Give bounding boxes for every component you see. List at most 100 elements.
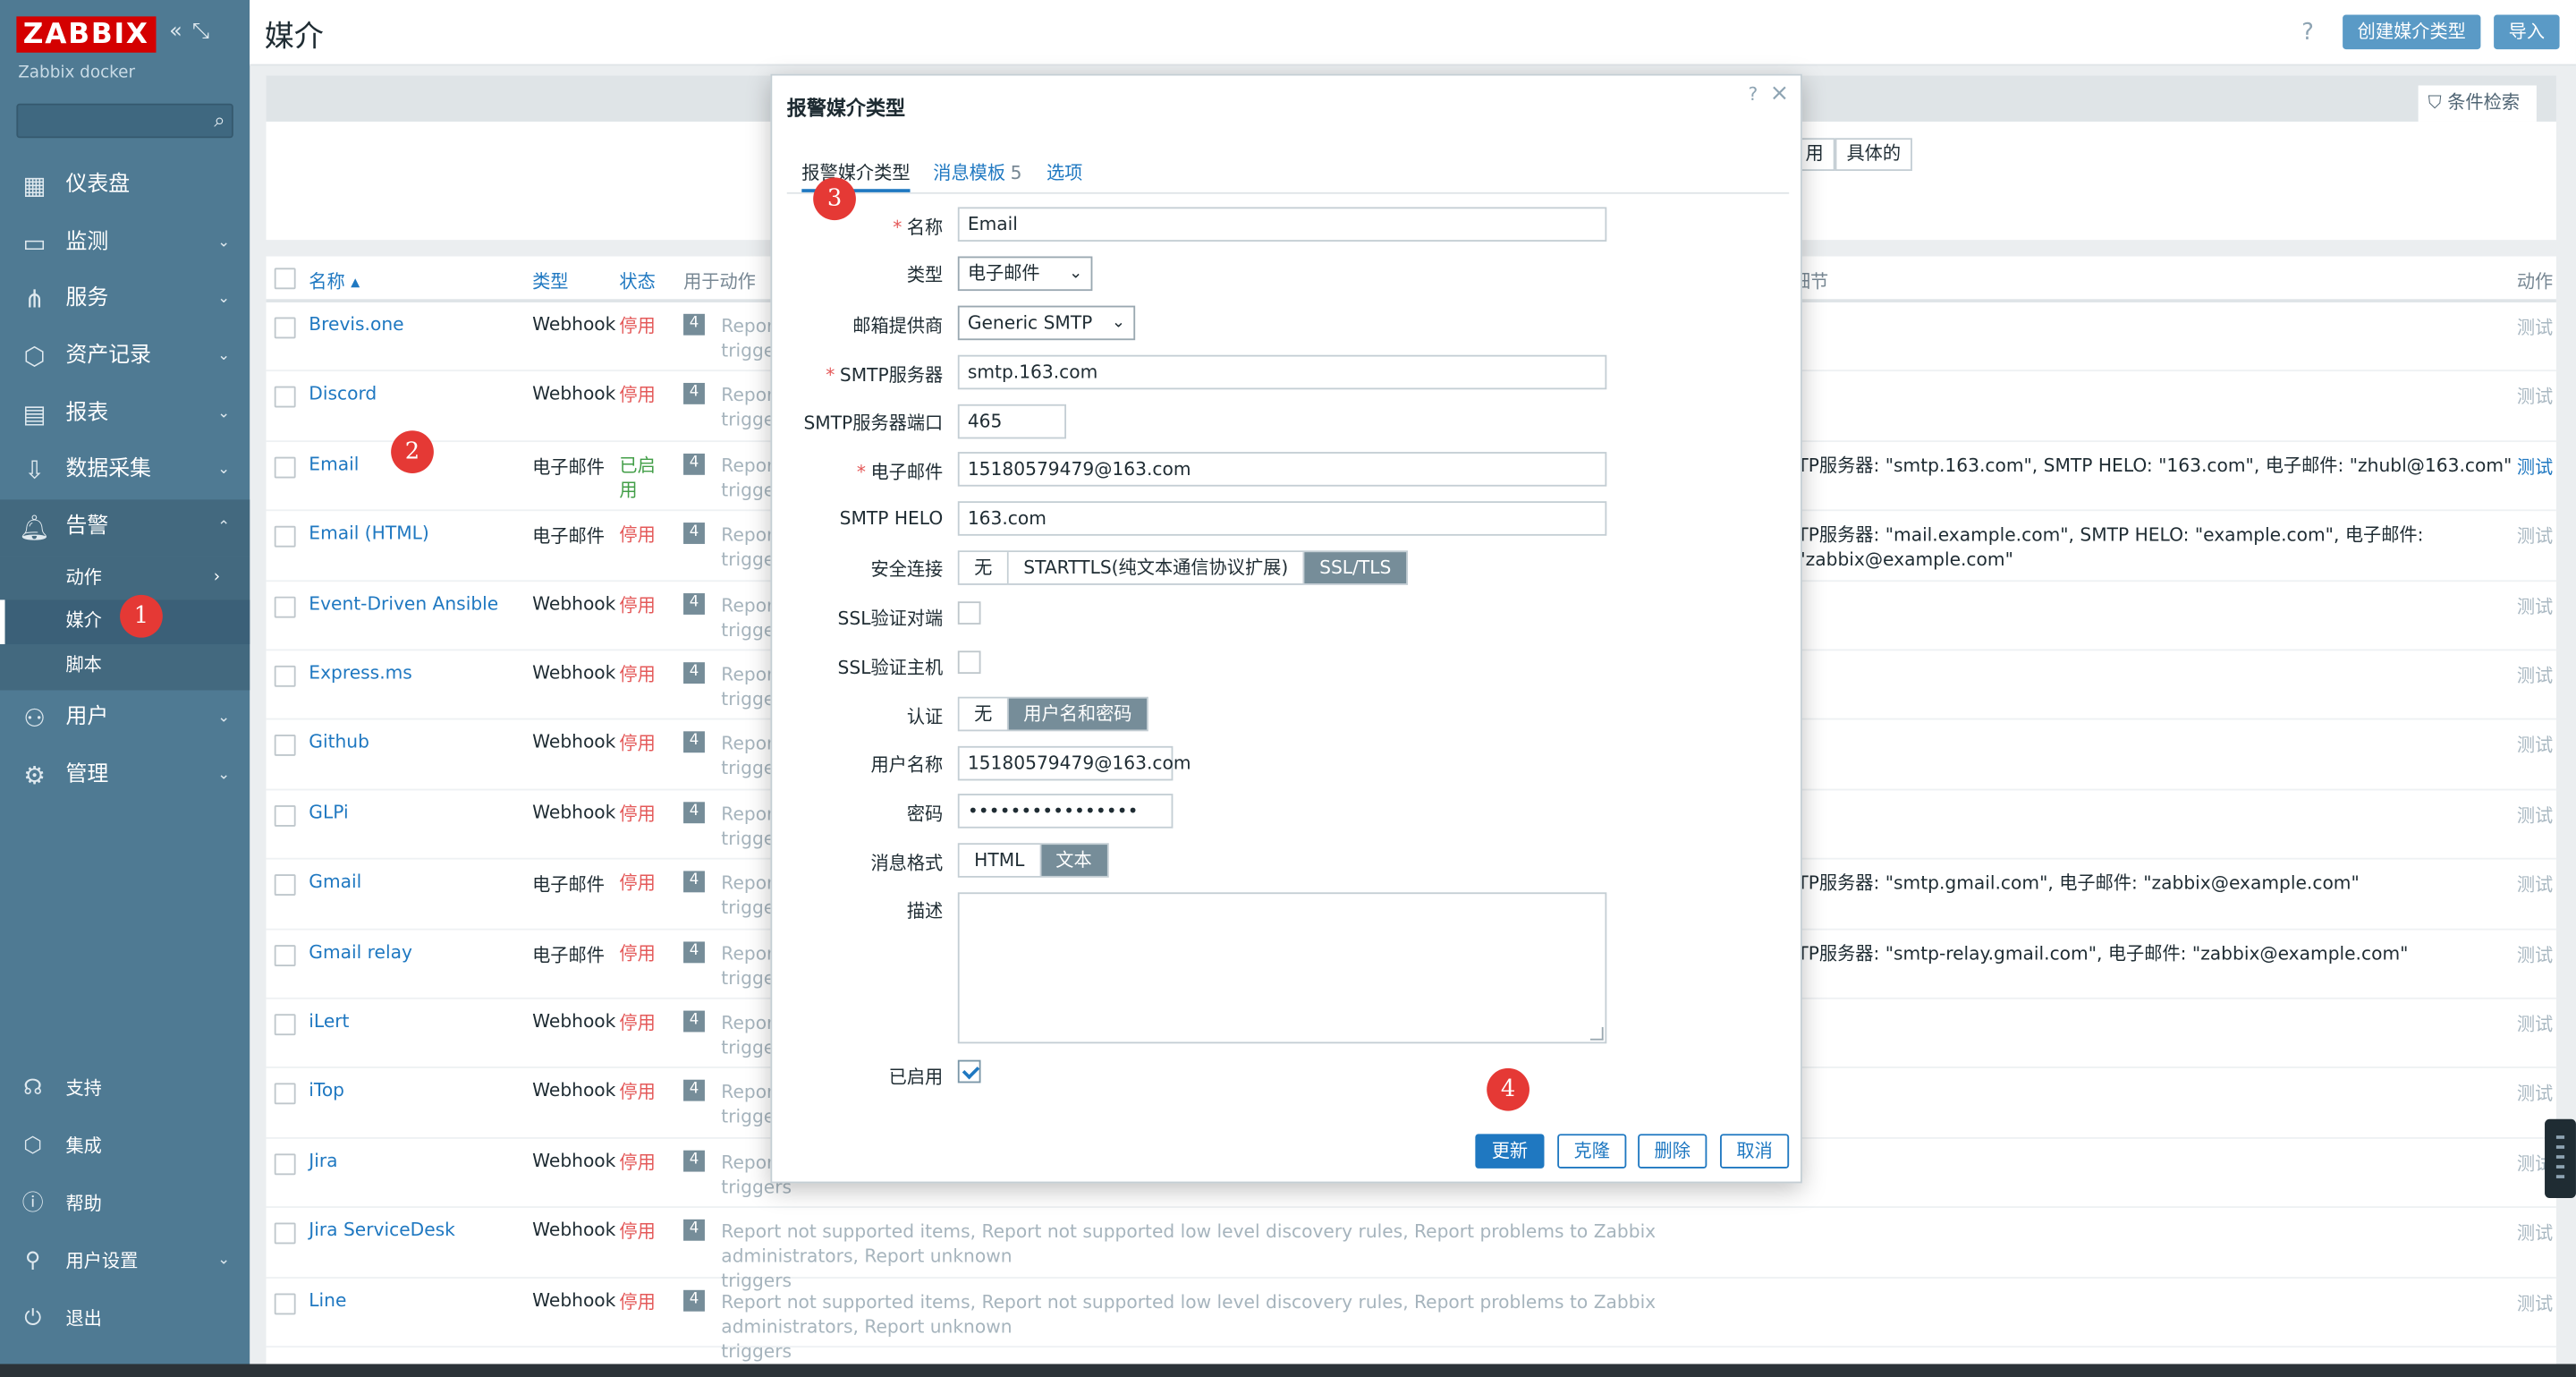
test-link[interactable]: 测试 — [2517, 1289, 2553, 1315]
menu-inventory[interactable]: ⬡ 资产记录 ⌄ — [0, 328, 250, 386]
tab-message-templates[interactable]: 消息模板 5 — [933, 159, 1021, 192]
row-checkbox[interactable] — [274, 874, 296, 897]
help-icon[interactable]: ? — [2301, 20, 2314, 46]
clone-button[interactable]: 克隆 — [1557, 1134, 1627, 1169]
smtp-server-input[interactable]: smtp.163.com — [957, 354, 1607, 390]
help-icon[interactable]: ? — [1749, 84, 1758, 106]
menu-users[interactable]: ⚇ 用户 ⌄ — [0, 691, 250, 748]
format-text-option[interactable]: 文本 — [1040, 845, 1107, 876]
status-toggle[interactable]: 停用 — [619, 662, 662, 687]
menu-reports[interactable]: ▤ 报表 ⌄ — [0, 386, 250, 443]
ssl-verify-host-checkbox[interactable] — [957, 650, 981, 675]
auth-password-option[interactable]: 用户名和密码 — [1008, 698, 1148, 730]
import-button[interactable]: 导入 — [2494, 14, 2560, 50]
menu-services[interactable]: ⋔ 服务 ⌄ — [0, 272, 250, 329]
status-toggle[interactable]: 停用 — [619, 592, 662, 617]
media-type-name-link[interactable]: iLert — [309, 1011, 349, 1033]
media-type-name-link[interactable]: GLPi — [309, 802, 348, 823]
test-link[interactable]: 测试 — [2517, 802, 2553, 828]
cancel-button[interactable]: 取消 — [1720, 1134, 1790, 1169]
test-link[interactable]: 测试 — [2517, 1011, 2553, 1037]
update-button[interactable]: 更新 — [1475, 1134, 1545, 1169]
menu-help[interactable]: ⓘ 帮助 — [0, 1175, 250, 1232]
status-toggle[interactable]: 停用 — [619, 941, 662, 966]
filter-specific-option[interactable]: 具体的 — [1835, 138, 1912, 172]
media-type-name-link[interactable]: Jira — [309, 1150, 337, 1171]
status-toggle[interactable]: 停用 — [619, 1150, 662, 1175]
row-checkbox[interactable] — [274, 456, 296, 479]
row-checkbox[interactable] — [274, 804, 296, 827]
status-toggle[interactable]: 停用 — [619, 523, 662, 548]
test-link[interactable]: 测试 — [2517, 871, 2553, 897]
username-input[interactable]: 15180579479@163.com — [957, 745, 1191, 781]
resize-handle-icon[interactable] — [1589, 1026, 1604, 1041]
row-checkbox[interactable] — [274, 735, 296, 757]
menu-monitoring[interactable]: ▭ 监测 ⌄ — [0, 215, 250, 272]
media-type-name-link[interactable]: Express.ms — [309, 662, 412, 684]
menu-data-collection[interactable]: ⇩ 数据采集 ⌄ — [0, 443, 250, 500]
type-select[interactable]: 电子邮件 ⌄ — [957, 256, 1093, 292]
collapse-sidebar-icon[interactable]: « — [169, 20, 192, 45]
close-icon[interactable]: × — [1770, 81, 1790, 106]
search-icon[interactable]: ⌕ — [214, 108, 225, 133]
row-checkbox[interactable] — [274, 1292, 296, 1314]
menu-support[interactable]: ☊ 支持 — [0, 1060, 250, 1118]
status-toggle[interactable]: 停用 — [619, 802, 662, 827]
media-type-name-link[interactable]: iTop — [309, 1080, 344, 1101]
row-checkbox[interactable] — [274, 1222, 296, 1245]
menu-integrations[interactable]: ⬡ 集成 — [0, 1118, 250, 1175]
description-textarea[interactable] — [957, 892, 1607, 1044]
status-toggle[interactable]: 停用 — [619, 732, 662, 757]
test-link[interactable]: 测试 — [2517, 384, 2553, 410]
media-type-name-link[interactable]: Brevis.one — [309, 314, 403, 336]
column-type[interactable]: 类型 — [532, 268, 568, 293]
row-checkbox[interactable] — [274, 1084, 296, 1105]
media-type-name-link[interactable]: Email — [309, 454, 359, 475]
menu-alerts[interactable]: 🔔︎ 告警 ⌃ — [0, 499, 250, 557]
media-type-name-link[interactable]: Gmail — [309, 871, 361, 893]
status-toggle[interactable]: 已启用 — [619, 454, 662, 503]
column-name[interactable]: 名称 ▴ — [309, 268, 360, 293]
status-toggle[interactable]: 停用 — [619, 314, 662, 339]
media-type-name-link[interactable]: Jira ServiceDesk — [309, 1220, 455, 1241]
status-toggle[interactable]: 停用 — [619, 1011, 662, 1036]
actions-text[interactable]: Report not supported items, Report not s… — [721, 1221, 1656, 1267]
row-checkbox[interactable] — [274, 387, 296, 409]
tab-options[interactable]: 选项 — [1046, 159, 1082, 192]
security-ssl-tls-option[interactable]: SSL/TLS — [1304, 552, 1406, 584]
test-link[interactable]: 测试 — [2517, 662, 2553, 688]
media-type-name-link[interactable]: Github — [309, 732, 369, 753]
security-starttls-option[interactable]: STARTTLS(纯文本通信协议扩展) — [1008, 552, 1305, 584]
test-link[interactable]: 测试 — [2517, 454, 2553, 480]
media-type-name-link[interactable]: Event-Driven Ansible — [309, 592, 498, 614]
kiosk-mode-icon[interactable]: ⤡ — [192, 20, 219, 45]
sidebar-search-input[interactable]: ⌕ — [16, 103, 233, 139]
actions-text[interactable]: Report not supported items, Report not s… — [721, 1291, 1656, 1337]
menu-user-settings[interactable]: ⚲ 用户设置 ⌄ — [0, 1233, 250, 1290]
zabbix-logo[interactable]: ZABBIX — [16, 16, 157, 53]
format-html-option[interactable]: HTML — [959, 845, 1041, 876]
test-link[interactable]: 测试 — [2517, 1220, 2553, 1245]
media-type-name-link[interactable]: Line — [309, 1289, 346, 1311]
submenu-actions[interactable]: 动作 › — [0, 557, 250, 600]
row-checkbox[interactable] — [274, 944, 296, 966]
row-checkbox[interactable] — [274, 595, 296, 617]
auth-none-option[interactable]: 无 — [959, 698, 1009, 730]
test-link[interactable]: 测试 — [2517, 1080, 2553, 1106]
menu-sign-out[interactable]: ⏻ 退出 — [0, 1290, 250, 1347]
row-checkbox[interactable] — [274, 1014, 296, 1036]
security-none-option[interactable]: 无 — [959, 552, 1009, 584]
smtp-port-input[interactable]: 465 — [957, 404, 1067, 439]
test-link[interactable]: 测试 — [2517, 732, 2553, 758]
status-toggle[interactable]: 停用 — [619, 1220, 662, 1245]
media-type-name-link[interactable]: Gmail relay — [309, 941, 412, 963]
test-link[interactable]: 测试 — [2517, 592, 2553, 618]
status-toggle[interactable]: 停用 — [619, 871, 662, 897]
create-media-type-button[interactable]: 创建媒介类型 — [2343, 14, 2481, 50]
password-input[interactable]: •••••••••••••••• — [957, 794, 1174, 829]
menu-dashboard[interactable]: ▦ 仪表盘 — [0, 157, 250, 215]
scroll-handle[interactable] — [2545, 1118, 2576, 1198]
column-status[interactable]: 状态 — [619, 268, 655, 293]
submenu-scripts[interactable]: 脚本 — [0, 644, 250, 688]
name-input[interactable]: Email — [957, 207, 1607, 242]
